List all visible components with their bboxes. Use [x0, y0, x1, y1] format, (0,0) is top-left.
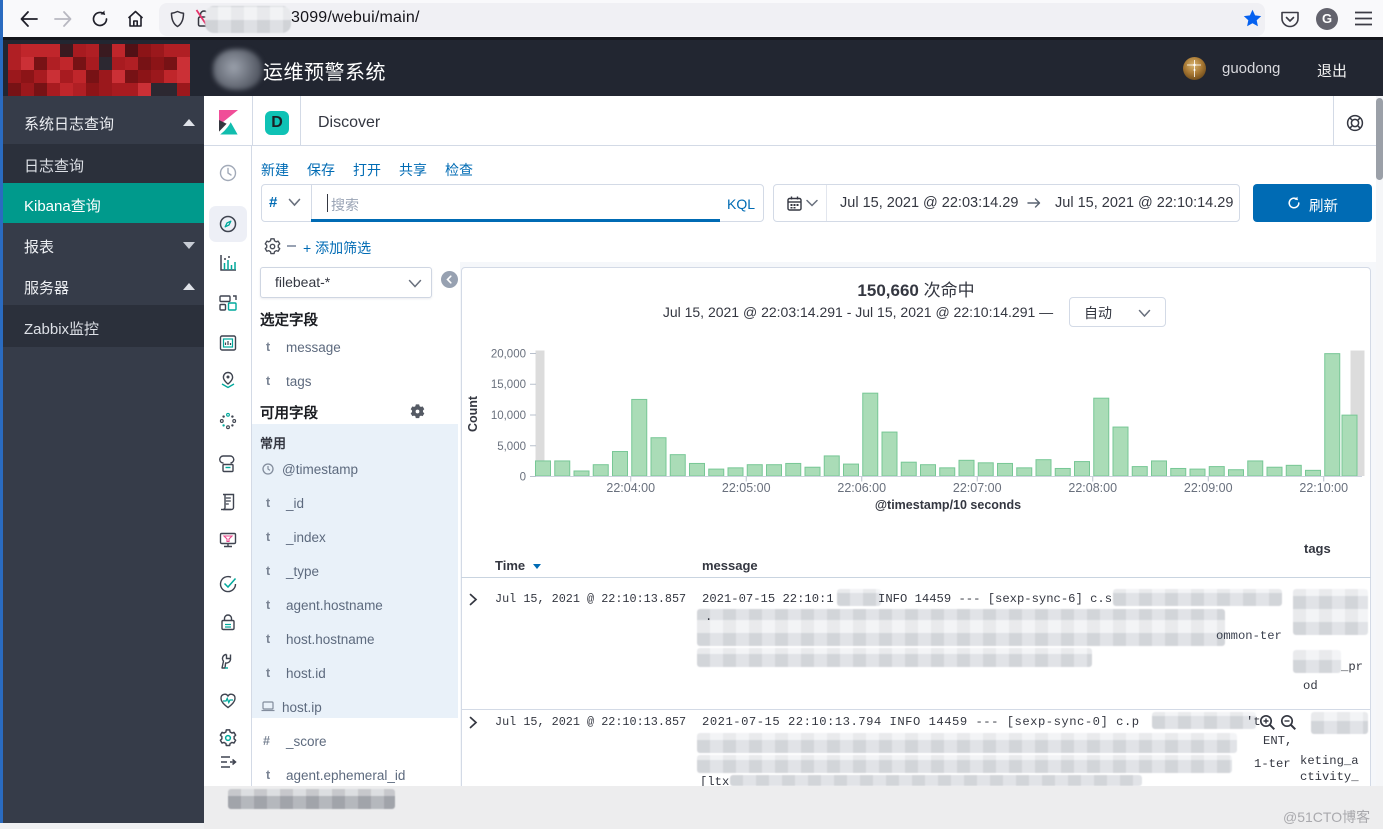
svg-text:15,000: 15,000	[491, 379, 526, 391]
svg-text:22:05:00: 22:05:00	[722, 481, 771, 495]
svg-text:Count: Count	[466, 395, 480, 432]
svg-text:22:07:00: 22:07:00	[953, 481, 1002, 495]
svg-text:@timestamp/10 seconds: @timestamp/10 seconds	[875, 498, 1021, 512]
svg-text:10,000: 10,000	[491, 410, 526, 422]
svg-text:0: 0	[520, 472, 526, 484]
svg-text:22:10:00: 22:10:00	[1299, 481, 1348, 495]
svg-text:20,000: 20,000	[491, 349, 526, 361]
svg-text:22:09:00: 22:09:00	[1184, 481, 1233, 495]
svg-text:22:04:00: 22:04:00	[606, 481, 655, 495]
svg-text:22:08:00: 22:08:00	[1068, 481, 1117, 495]
svg-text:22:06:00: 22:06:00	[837, 481, 886, 495]
svg-text:5,000: 5,000	[497, 441, 526, 453]
